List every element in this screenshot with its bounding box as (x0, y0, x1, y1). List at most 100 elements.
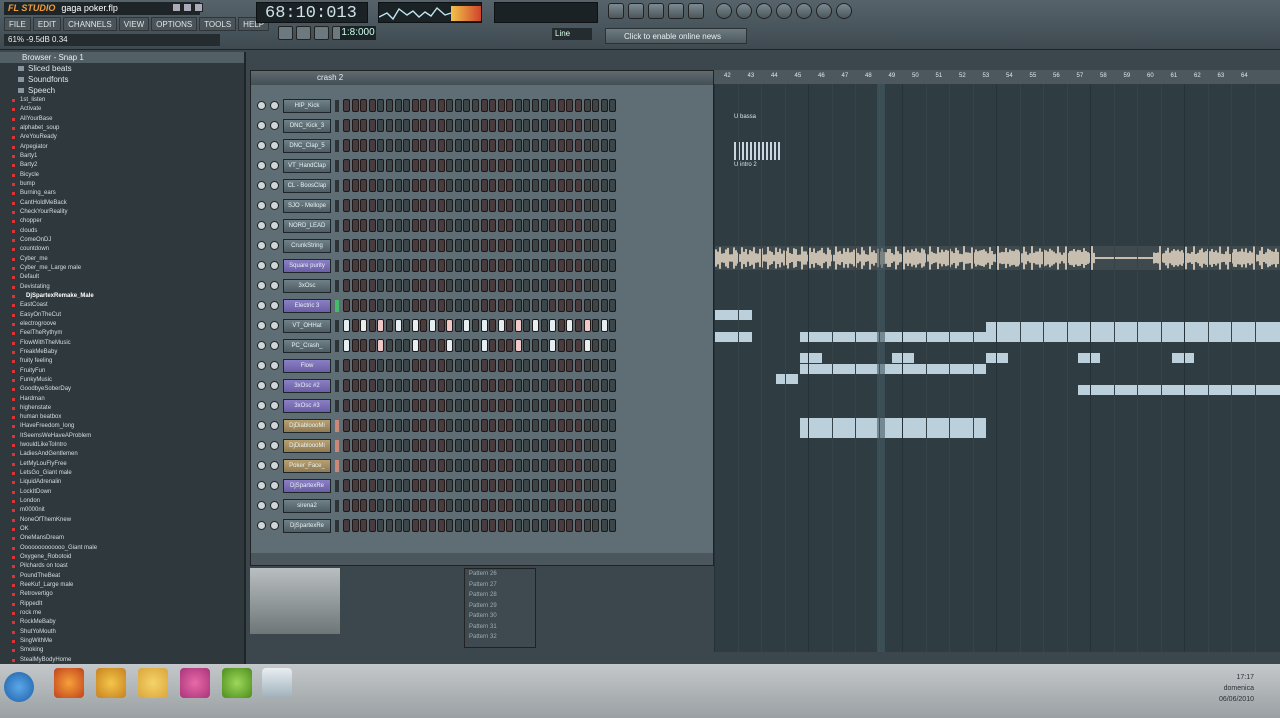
pan-icon[interactable] (270, 241, 279, 250)
step-button[interactable] (514, 299, 522, 312)
step-button[interactable] (343, 499, 350, 512)
step-button[interactable] (557, 479, 565, 492)
step-button[interactable] (463, 439, 471, 452)
step-button[interactable] (609, 279, 617, 292)
step-button[interactable] (403, 279, 411, 292)
step-button[interactable] (600, 299, 608, 312)
step-button[interactable] (480, 159, 488, 172)
step-button[interactable] (575, 259, 583, 272)
step-button[interactable] (360, 199, 368, 212)
step-button[interactable] (368, 399, 376, 412)
pan-icon[interactable] (270, 421, 279, 430)
step-button[interactable] (480, 339, 488, 352)
mute-icon[interactable] (257, 381, 266, 390)
step-button[interactable] (360, 219, 368, 232)
step-button[interactable] (557, 259, 565, 272)
pianoroll-icon[interactable] (648, 3, 664, 19)
step-button[interactable] (540, 319, 548, 332)
step-button[interactable] (480, 219, 488, 232)
step-button[interactable] (497, 519, 505, 532)
pattern-list-item[interactable]: Pattern 31 (465, 622, 535, 633)
step-button[interactable] (437, 499, 445, 512)
step-button[interactable] (428, 299, 436, 312)
step-button[interactable] (454, 99, 462, 112)
firefox-icon[interactable] (54, 668, 84, 698)
step-button[interactable] (523, 139, 531, 152)
step-button[interactable] (411, 479, 419, 492)
pattern-clip[interactable] (892, 353, 914, 363)
step-button[interactable] (583, 439, 591, 452)
step-button[interactable] (583, 499, 591, 512)
browser-item[interactable]: ItSeemsWeHaveAProblem (0, 432, 244, 441)
step-button[interactable] (368, 239, 376, 252)
step-button[interactable] (600, 439, 608, 452)
step-button[interactable] (437, 399, 445, 412)
pattern-name[interactable]: crash 2 (317, 73, 343, 82)
step-button[interactable] (360, 399, 368, 412)
step-button[interactable] (385, 439, 393, 452)
browser-item[interactable]: GoodbyeSoberDay (0, 385, 244, 394)
channel-select-led[interactable] (335, 460, 339, 472)
step-button[interactable] (566, 459, 574, 472)
playlist-ruler[interactable]: 42 43 44 45 46 47 48 49 50 51 52 53 54 55 56 57 58 59 60 61… (714, 70, 1280, 84)
step-button[interactable] (532, 339, 540, 352)
browser-icon[interactable] (668, 3, 684, 19)
browser-item[interactable]: PoundTheBeat (0, 572, 244, 581)
step-button[interactable] (343, 99, 350, 112)
step-button[interactable] (385, 479, 393, 492)
channel-select-led[interactable] (335, 120, 339, 132)
step-button[interactable] (446, 199, 454, 212)
step-button[interactable] (463, 159, 471, 172)
step-button[interactable] (523, 179, 531, 192)
channel-name-button[interactable]: CrunkString (283, 239, 331, 253)
mute-icon[interactable] (257, 361, 266, 370)
channel-name-button[interactable]: VT_OHHat (283, 319, 331, 333)
step-button[interactable] (575, 139, 583, 152)
menu-channels[interactable]: CHANNELS (63, 17, 117, 31)
step-button[interactable] (497, 259, 505, 272)
step-button[interactable] (575, 459, 583, 472)
step-button[interactable] (549, 519, 557, 532)
step-button[interactable] (394, 399, 402, 412)
step-button[interactable] (385, 219, 393, 232)
media-icon[interactable] (222, 668, 252, 698)
mute-icon[interactable] (257, 501, 266, 510)
step-button[interactable] (343, 319, 350, 332)
step-button[interactable] (446, 179, 454, 192)
step-button[interactable] (377, 99, 385, 112)
step-button[interactable] (368, 279, 376, 292)
step-button[interactable] (514, 439, 522, 452)
step-button[interactable] (411, 359, 419, 372)
step-button[interactable] (360, 299, 368, 312)
menu-tools[interactable]: TOOLS (199, 17, 237, 31)
step-button[interactable] (377, 159, 385, 172)
step-button[interactable] (411, 159, 419, 172)
step-button[interactable] (514, 479, 522, 492)
step-button[interactable] (394, 319, 402, 332)
step-button[interactable] (523, 419, 531, 432)
step-button[interactable] (377, 479, 385, 492)
step-button[interactable] (557, 179, 565, 192)
step-button[interactable] (385, 199, 393, 212)
mute-icon[interactable] (257, 261, 266, 270)
step-button[interactable] (394, 339, 402, 352)
step-button[interactable] (549, 99, 557, 112)
browser-item[interactable]: Hardman (0, 395, 244, 404)
channel-select-led[interactable] (335, 500, 339, 512)
browser-item[interactable]: OK (0, 525, 244, 534)
step-button[interactable] (385, 459, 393, 472)
step-button[interactable] (489, 399, 497, 412)
step-button[interactable] (514, 179, 522, 192)
step-button[interactable] (549, 279, 557, 292)
step-button[interactable] (377, 259, 385, 272)
step-button[interactable] (480, 179, 488, 192)
step-button[interactable] (506, 159, 514, 172)
step-button[interactable] (540, 139, 548, 152)
step-button[interactable] (428, 339, 436, 352)
step-button[interactable] (592, 319, 600, 332)
pan-icon[interactable] (270, 141, 279, 150)
step-button[interactable] (489, 259, 497, 272)
step-button[interactable] (428, 359, 436, 372)
step-button[interactable] (497, 299, 505, 312)
step-button[interactable] (428, 319, 436, 332)
